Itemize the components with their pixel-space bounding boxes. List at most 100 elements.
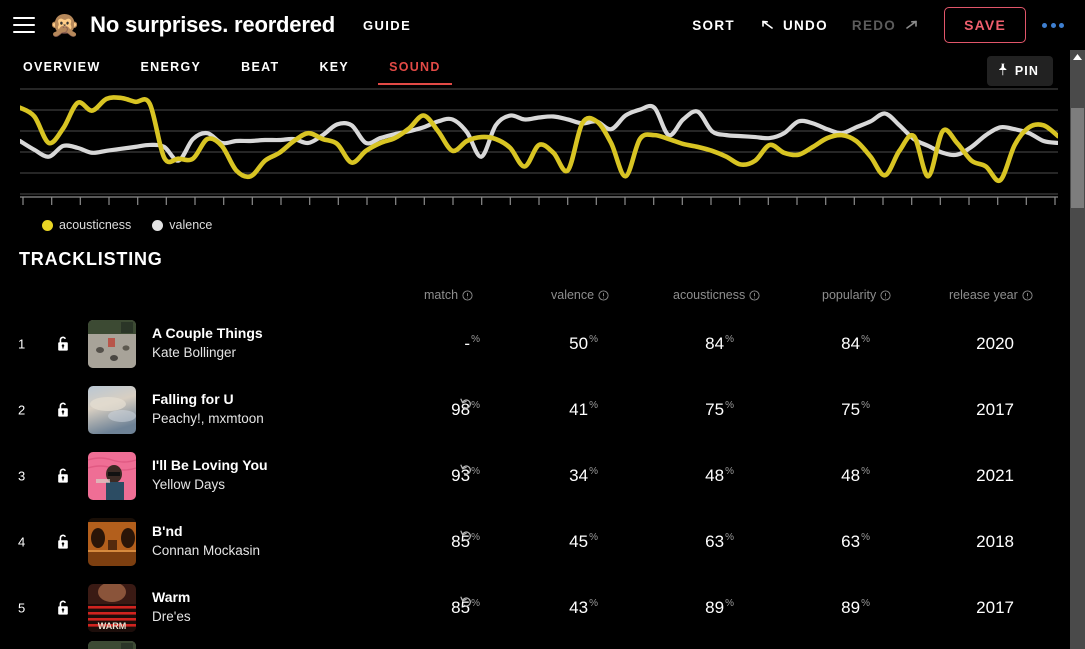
scrollbar-thumb[interactable] [1071,108,1084,208]
unlocked-lock-icon[interactable] [53,400,73,420]
cell-release-year: 2021 [976,466,1014,485]
column-header-acousticness[interactable]: acousticness [673,288,760,302]
tab-sound[interactable]: SOUND [378,50,452,85]
track-title[interactable]: Warm [152,589,190,605]
info-icon[interactable] [462,289,473,301]
more-options-icon[interactable] [1034,22,1072,28]
column-header-popularity[interactable]: popularity [822,288,891,302]
undo-button[interactable]: UNDO [747,16,840,34]
vertical-scrollbar[interactable] [1070,50,1085,649]
undo-button-label: UNDO [782,17,828,33]
tab-energy[interactable]: ENERGY [141,50,202,85]
album-art[interactable] [88,518,136,566]
legend-label-acousticness: acousticness [59,218,132,232]
column-header-acousticness-label: acousticness [673,288,746,302]
cell-match: -% [464,334,480,353]
tab-key[interactable]: KEY [319,50,349,85]
cell-release-year: 2017 [976,400,1014,419]
redo-arrow-icon [902,16,920,34]
album-art[interactable] [88,386,136,434]
info-icon[interactable] [880,289,891,301]
sort-button-label: SORT [692,17,735,33]
table-row[interactable] [0,641,1070,649]
info-icon[interactable] [1022,289,1033,301]
speak-no-evil-monkey-icon: 🙊 [49,10,81,39]
column-header-popularity-label: popularity [822,288,877,302]
header-actions: SORT UNDO REDO SAVE [680,0,1072,50]
revert-match-icon[interactable] [460,595,473,608]
tab-beat[interactable]: BEAT [241,50,279,85]
column-header-valence[interactable]: valence [551,288,609,302]
cell-release-year: 2018 [976,532,1014,551]
track-index: 5 [18,600,26,616]
track-index: 1 [18,336,26,352]
cell-popularity: 89% [841,598,870,617]
table-row[interactable]: 3 I'll Be Loving You Yellow Days 93% 34% 48% 4… [0,443,1070,509]
table-row[interactable]: 2 Falling for U Peachy!, mxmtoon 98% 41% 75% 7… [0,377,1070,443]
unlocked-lock-icon[interactable] [53,532,73,552]
track-title[interactable]: Falling for U [152,391,234,407]
table-row[interactable]: 5 WARM Warm Dre'es 85% 43% 89% 89% 2017 [0,575,1070,641]
unlocked-lock-icon[interactable] [53,334,73,354]
cell-popularity: 63% [841,532,870,551]
cell-popularity: 75% [841,400,870,419]
pin-button[interactable]: PIN [986,56,1053,86]
revert-match-icon[interactable] [460,463,473,476]
track-artist[interactable]: Dre'es [152,609,191,624]
cell-acousticness: 84% [705,334,734,353]
track-artist[interactable]: Peachy!, mxmtoon [152,411,264,426]
revert-match-icon[interactable] [460,397,473,410]
track-artist[interactable]: Yellow Days [152,477,225,492]
cell-popularity: 84% [841,334,870,353]
album-art[interactable] [88,641,136,649]
album-art[interactable] [88,320,136,368]
chart-x-axis [20,196,1058,205]
chart-plot-area [20,88,1058,195]
track-artist[interactable]: Kate Bollinger [152,345,236,360]
hamburger-menu-icon[interactable] [13,17,35,33]
unlocked-lock-icon[interactable] [53,598,73,618]
track-index: 4 [18,534,26,550]
tab-overview[interactable]: OVERVIEW [23,50,101,85]
scroll-up-arrow-icon[interactable] [1070,50,1085,64]
cell-release-year: 2020 [976,334,1014,353]
page-title: No surprises. reordered [90,12,335,37]
sort-button[interactable]: SORT [680,18,747,33]
pin-button-label: PIN [1014,64,1039,78]
redo-button[interactable]: REDO [840,16,932,34]
redo-button-label: REDO [851,17,897,33]
app-header: 🙊 No surprises. reordered GUIDE SORT UND… [0,0,1085,50]
revert-match-icon[interactable] [460,529,473,542]
column-header-match[interactable]: match [424,288,473,302]
column-header-match-label: match [424,288,459,302]
column-header-release-year-label: release year [949,288,1018,302]
track-title[interactable]: A Couple Things [152,325,263,341]
cell-acousticness: 48% [705,466,734,485]
table-row[interactable]: 4 B'nd Connan Mockasin 85% 45% 63% 63% 2018 [0,509,1070,575]
cell-valence: 50% [569,334,598,353]
cell-acousticness: 75% [705,400,734,419]
legend-item-acousticness[interactable]: acousticness [42,218,131,232]
track-title[interactable]: I'll Be Loving You [152,457,268,473]
cell-acousticness: 89% [705,598,734,617]
info-icon[interactable] [749,289,760,301]
album-art[interactable] [88,452,136,500]
table-row[interactable]: 1 A Couple Things Kate Bollinger -% 50% 84% 84… [0,311,1070,377]
track-index: 2 [18,402,26,418]
guide-link[interactable]: GUIDE [363,18,411,33]
cell-release-year: 2017 [976,598,1014,617]
track-artist[interactable]: Connan Mockasin [152,543,260,558]
unlocked-lock-icon[interactable] [53,466,73,486]
undo-arrow-icon [759,16,777,34]
legend-item-valence[interactable]: valence [152,218,212,232]
tracklisting-rows: 1 A Couple Things Kate Bollinger -% 50% 84% 84… [0,311,1070,649]
save-button[interactable]: SAVE [944,7,1026,43]
track-title[interactable]: B'nd [152,523,183,539]
cell-valence: 41% [569,400,598,419]
content-area: OVERVIEW ENERGY BEAT KEY SOUND PIN acous… [0,50,1070,649]
cell-popularity: 48% [841,466,870,485]
column-header-release-year[interactable]: release year [949,288,1033,302]
info-icon[interactable] [598,289,609,301]
legend-label-valence: valence [169,218,213,232]
album-art[interactable]: WARM [88,584,136,632]
